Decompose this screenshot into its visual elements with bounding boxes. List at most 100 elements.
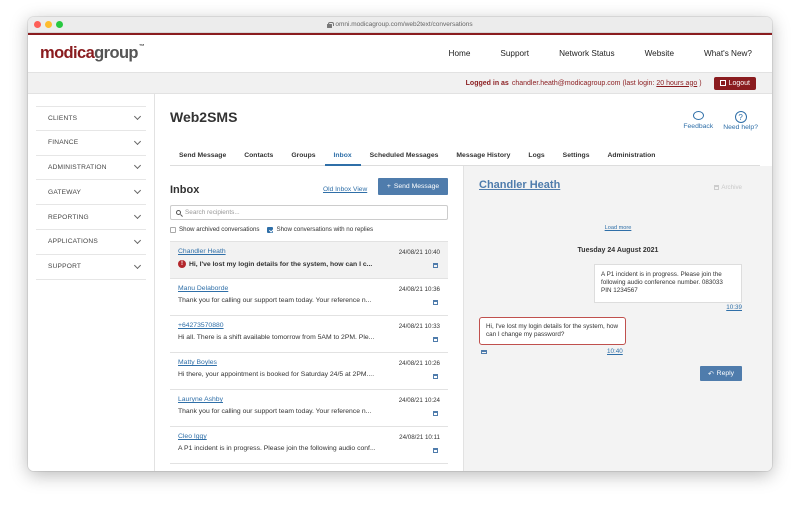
conversation-panel: Chandler Heath Archive Load more Tuesday… [463,166,772,471]
search-placeholder: Search recipients... [185,209,240,216]
conversation-row[interactable]: Cleo Iggy 24/08/21 10:11 A P1 incident is … [170,427,448,464]
logged-in-label: Logged in as [465,79,509,87]
feedback-label: Feedback [683,123,714,130]
search-icon [176,210,181,215]
archive-message-icon[interactable] [481,350,487,354]
sidebar-item-label: SUPPORT [48,263,82,271]
nav-network-status[interactable]: Network Status [559,49,615,58]
conversation-preview-text: Hi, I've lost my login details for the s… [189,260,373,268]
conversation-row[interactable]: Lauryne Ashby 24/08/21 10:24 Thank you for… [170,390,448,427]
main-content: Web2SMS Feedback ? Need help? Send Messa… [155,94,772,471]
conversation-preview-text: Hi all. There is a shift available tomor… [178,334,375,341]
sidebar-item-applications[interactable]: APPLICATIONS [36,230,146,255]
browser-window: omni.modicagroup.com/web2text/conversati… [28,17,772,471]
show-no-replies-label: Show conversations with no replies [276,226,374,233]
sidebar: CLIENTS FINANCE ADMINISTRATION GATEWAY REPOR… [28,94,155,471]
tab-message-history[interactable]: Message History [447,150,519,166]
tab-inbox[interactable]: Inbox [324,150,361,166]
last-login-value[interactable]: 20 hours ago [656,80,697,87]
sidebar-item-support[interactable]: SUPPORT [36,255,146,280]
show-archived-checkbox[interactable]: Show archived conversations [170,226,259,233]
modicagroup-logo[interactable]: modicagroup™ [40,44,145,63]
conversation-date: Tuesday 24 August 2021 [577,247,659,254]
last-login-label: (last login: [622,79,655,87]
old-inbox-view-link[interactable]: Old Inbox View [323,186,367,193]
logo-group-text: group [94,44,138,62]
archive-icon[interactable] [433,374,438,379]
archive-icon[interactable] [433,411,438,416]
conversation-preview-text: Thank you for calling our support team t… [178,297,372,304]
help-area: Feedback ? Need help? [683,111,758,131]
chevron-down-icon [133,113,142,121]
logout-button[interactable]: Logout [713,76,756,90]
outgoing-message: A P1 incident is in progress. Please joi… [594,264,742,303]
minimize-window-button[interactable] [45,21,52,28]
logo-trademark: ™ [138,44,145,50]
tab-contacts[interactable]: Contacts [235,150,282,166]
tab-groups[interactable]: Groups [282,150,324,166]
plus-icon: + [386,183,391,190]
load-more-link[interactable]: Load more [464,225,772,231]
nav-website[interactable]: Website [645,49,674,58]
conversation-preview: Hi there, your appointment is booked for… [178,371,388,378]
sidebar-item-gateway[interactable]: GATEWAY [36,180,146,206]
maximize-window-button[interactable] [56,21,63,28]
chevron-down-icon [133,162,142,170]
browser-titlebar: omni.modicagroup.com/web2text/conversati… [28,17,772,33]
window-controls [34,21,63,28]
address-bar[interactable]: omni.modicagroup.com/web2text/conversati… [327,21,473,28]
url-text: omni.modicagroup.com/web2text/conversati… [335,21,473,28]
reply-button[interactable]: ↶ Reply [700,366,742,381]
nav-what-s-new[interactable]: What's New? [704,49,752,58]
outgoing-message-time[interactable]: 10:39 [726,304,742,311]
sidebar-item-finance[interactable]: FINANCE [36,131,146,156]
help-label: Need help? [723,124,758,131]
app-body: CLIENTS FINANCE ADMINISTRATION GATEWAY REPOR… [28,94,772,471]
checkbox-box[interactable] [170,226,176,233]
nav-home[interactable]: Home [449,49,471,58]
archive-conversation-button[interactable]: Archive [714,184,742,191]
close-window-button[interactable] [34,21,41,28]
conversation-preview-text: Thank you for calling our support team t… [178,408,372,415]
sidebar-item-reporting[interactable]: REPORTING [36,205,146,230]
checkbox-box[interactable] [267,226,274,233]
feedback-link[interactable]: Feedback [683,111,713,131]
conversation-time: 24/08/21 10:24 [398,397,440,404]
tab-administration[interactable]: Administration [599,150,665,166]
sidebar-item-administration[interactable]: ADMINISTRATION [36,156,146,181]
inbox-filters: Show archived conversations Show convers… [170,226,373,233]
archive-icon[interactable] [433,300,438,305]
nav-support[interactable]: Support [500,49,529,58]
incoming-message-time[interactable]: 10:40 [607,348,623,355]
tab-logs[interactable]: Logs [519,150,553,166]
chevron-down-icon [133,187,142,195]
sidebar-item-clients[interactable]: CLIENTS [36,106,146,131]
conversation-time: 24/08/21 10:11 [399,434,440,441]
tab-send-message[interactable]: Send Message [170,150,235,166]
speech-bubble-icon [692,111,704,120]
search-recipients-input[interactable]: Search recipients... [170,205,448,220]
sidebar-item-label: APPLICATIONS [48,238,98,246]
conversation-row[interactable]: Matty Boyles 24/08/21 10:26 Hi there, your… [170,353,448,390]
sidebar-item-label: ADMINISTRATION [48,163,107,171]
archive-icon[interactable] [433,263,438,268]
conversation-preview-text: A P1 incident is in progress. Please joi… [178,445,376,452]
archive-icon[interactable] [433,337,438,342]
reply-label: Reply [716,370,735,377]
site-header: modicagroup™ Home Support Network Status We… [28,35,772,72]
tab-settings[interactable]: Settings [554,150,599,166]
conversation-time: 24/08/21 10:36 [398,286,440,293]
archive-icon[interactable] [433,448,438,453]
conversation-row[interactable]: Manu Delaborde 24/08/21 10:36 Thank you fo… [170,279,448,316]
page-title: Web2SMS [170,109,238,125]
conversation-row[interactable]: Chandler Heath 24/08/21 10:40! Hi, I've lo… [170,242,448,279]
conversation-contact-name[interactable]: Chandler Heath [479,179,560,191]
help-link[interactable]: ? Need help? [723,111,758,131]
conversation-row[interactable]: +64273570880 24/08/21 10:33 Hi all. There … [170,316,448,353]
conversation-preview: Thank you for calling our support team t… [178,408,388,415]
tab-scheduled-messages[interactable]: Scheduled Messages [361,150,448,166]
send-message-button[interactable]: + Send Message [378,178,448,195]
conversation-time: 24/08/21 10:33 [398,323,440,330]
question-mark-icon: ? [734,111,747,123]
show-no-replies-checkbox[interactable]: Show conversations with no replies [267,226,373,233]
